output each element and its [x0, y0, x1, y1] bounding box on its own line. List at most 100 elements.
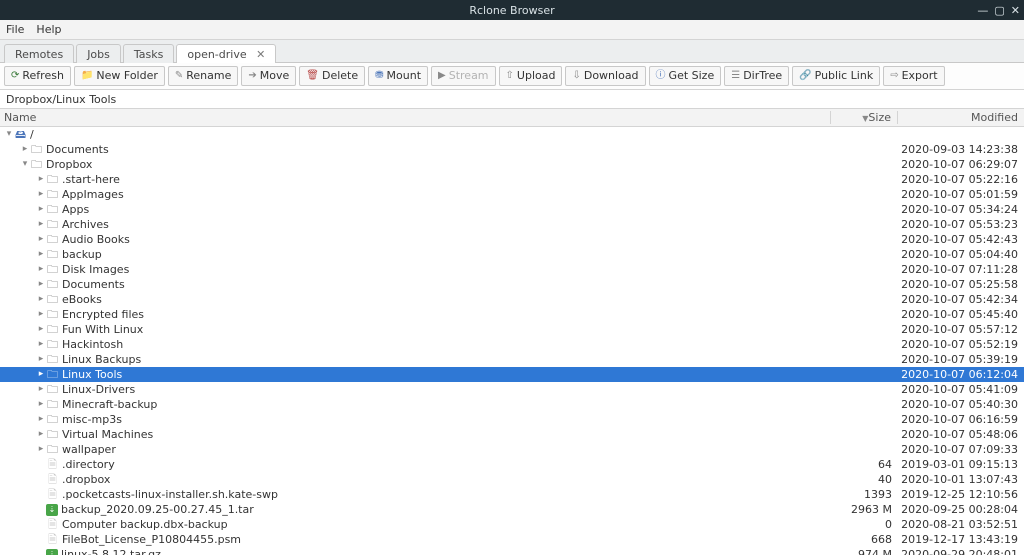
tab-remotes[interactable]: Remotes [4, 44, 74, 63]
expand-icon[interactable]: ▸ [36, 187, 46, 202]
expand-icon[interactable]: ▸ [36, 397, 46, 412]
close-tab-icon[interactable]: ✕ [256, 48, 265, 61]
tree-file-row[interactable]: ▸🗎Computer backup.dbx-backup02020-08-21 … [0, 517, 1024, 532]
tree-folder-row[interactable]: ▸🗀Documents2020-10-07 05:25:58 [0, 277, 1024, 292]
breadcrumb[interactable]: Dropbox/Linux Tools [0, 90, 1024, 109]
expand-icon[interactable]: ▸ [36, 292, 46, 307]
folder-icon: 🗀 [46, 172, 59, 187]
tree-folder-row[interactable]: ▸🗀Disk Images2020-10-07 07:11:28 [0, 262, 1024, 277]
expand-icon[interactable]: ▸ [36, 382, 46, 397]
rename-button[interactable]: ✎Rename [168, 66, 239, 86]
tree-folder-row[interactable]: ▾🗀Dropbox2020-10-07 06:29:07 [0, 157, 1024, 172]
col-name-header[interactable]: Name [0, 111, 830, 124]
expand-icon[interactable]: ▸ [36, 247, 46, 262]
tree-folder-row[interactable]: ▸🗀Apps2020-10-07 05:34:24 [0, 202, 1024, 217]
expand-icon[interactable]: ▸ [36, 412, 46, 427]
tree-folder-row[interactable]: ▸🗀wallpaper2020-10-07 07:09:33 [0, 442, 1024, 457]
dirtree-button[interactable]: ☰DirTree [724, 66, 789, 86]
expand-icon[interactable]: ▸ [36, 202, 46, 217]
expand-icon[interactable]: ▸ [36, 262, 46, 277]
tree-folder-row[interactable]: ▸🗀Hackintosh2020-10-07 05:52:19 [0, 337, 1024, 352]
tree-file-row[interactable]: ▸⇣linux-5.8.12.tar.gz974 M2020-09-29 20:… [0, 547, 1024, 555]
maximize-icon[interactable]: ▢ [994, 4, 1004, 17]
tree-node-label: .directory [62, 457, 832, 472]
upload-button[interactable]: ⇧Upload [499, 66, 563, 86]
expand-icon[interactable]: ▸ [36, 352, 46, 367]
file-icon: 🗎 [46, 487, 59, 502]
export-button[interactable]: ⇨Export [883, 66, 944, 86]
tree-node-label: / [30, 127, 832, 142]
tree-node-modified: 2020-10-07 05:04:40 [898, 247, 1024, 262]
refresh-button[interactable]: ⟳Refresh [4, 66, 71, 86]
expand-icon[interactable]: ▸ [36, 232, 46, 247]
mount-button[interactable]: ⛃Mount [368, 66, 428, 86]
tab-tasks[interactable]: Tasks [123, 44, 174, 63]
expand-icon[interactable]: ▸ [36, 307, 46, 322]
tree-folder-row[interactable]: ▸🗀Audio Books2020-10-07 05:42:43 [0, 232, 1024, 247]
tab-jobs[interactable]: Jobs [76, 44, 121, 63]
expand-icon[interactable]: ▸ [36, 277, 46, 292]
minimize-icon[interactable]: — [977, 4, 988, 17]
col-modified-header[interactable]: Modified [897, 111, 1024, 124]
tree-file-row[interactable]: ▸🗎.pocketcasts-linux-installer.sh.kate-s… [0, 487, 1024, 502]
new-folder-button[interactable]: 📁New Folder [74, 66, 165, 86]
expand-icon[interactable]: ▾ [4, 127, 14, 142]
expand-icon[interactable]: ▸ [36, 217, 46, 232]
stream-button[interactable]: ▶Stream [431, 66, 496, 86]
tab-label: Jobs [87, 48, 110, 61]
tree-folder-row[interactable]: ▸🗀Fun With Linux2020-10-07 05:57:12 [0, 322, 1024, 337]
folder-icon: 🗀 [46, 337, 59, 352]
tree-file-row[interactable]: ▸🗎.dropbox402020-10-01 13:07:43 [0, 472, 1024, 487]
tree-folder-row[interactable]: ▸🗀.start-here2020-10-07 05:22:16 [0, 172, 1024, 187]
tree-folder-row[interactable]: ▸🗀AppImages2020-10-07 05:01:59 [0, 187, 1024, 202]
file-icon: 🗎 [46, 472, 59, 487]
tree-folder-row[interactable]: ▸🗀eBooks2020-10-07 05:42:34 [0, 292, 1024, 307]
close-icon[interactable]: ✕ [1011, 4, 1020, 17]
move-button[interactable]: ➔Move [241, 66, 296, 86]
tree-folder-row[interactable]: ▸🗀Archives2020-10-07 05:53:23 [0, 217, 1024, 232]
menubar: File Help [0, 20, 1024, 40]
expand-icon[interactable]: ▸ [36, 337, 46, 352]
expand-icon[interactable]: ▸ [36, 367, 46, 382]
tree-folder-row[interactable]: ▸🗀Documents2020-09-03 14:23:38 [0, 142, 1024, 157]
expand-icon[interactable]: ▸ [36, 442, 46, 457]
tree-node-modified: 2020-10-07 05:22:16 [898, 172, 1024, 187]
tree-folder-row[interactable]: ▸🗀Virtual Machines2020-10-07 05:48:06 [0, 427, 1024, 442]
column-headers: Name ▼Size Modified [0, 109, 1024, 127]
tree-file-row[interactable]: ▸⇣backup_2020.09.25-00.27.45_1.tar2963 M… [0, 502, 1024, 517]
tab-open-drive[interactable]: open-drive ✕ [176, 44, 276, 63]
expand-icon[interactable]: ▸ [36, 427, 46, 442]
expand-icon[interactable]: ▸ [36, 172, 46, 187]
tree-folder-row[interactable]: ▸🗀Encrypted files2020-10-07 05:45:40 [0, 307, 1024, 322]
file-tree[interactable]: ▾ 🖴 / ▸🗀Documents2020-09-03 14:23:38▾🗀Dr… [0, 127, 1024, 555]
file-icon: 🗎 [46, 457, 59, 472]
breadcrumb-path: Dropbox/Linux Tools [6, 93, 116, 106]
collapse-icon[interactable]: ▾ [20, 157, 30, 172]
expand-icon[interactable]: ▸ [20, 142, 30, 157]
tree-folder-row[interactable]: ▸🗀backup2020-10-07 05:04:40 [0, 247, 1024, 262]
delete-button[interactable]: 🗑Delete [299, 66, 365, 86]
menu-help[interactable]: Help [36, 23, 61, 36]
folder-icon: 🗀 [46, 367, 59, 382]
tree-folder-row[interactable]: ▸🗀misc-mp3s2020-10-07 06:16:59 [0, 412, 1024, 427]
tree-file-row[interactable]: ▸🗎FileBot_License_P10804455.psm6682019-1… [0, 532, 1024, 547]
upload-icon: ⇧ [506, 68, 514, 84]
get-size-button[interactable]: ⓘGet Size [649, 66, 722, 86]
tree-folder-row[interactable]: ▸🗀Linux-Drivers2020-10-07 05:41:09 [0, 382, 1024, 397]
public-link-button[interactable]: 🔗Public Link [792, 66, 880, 86]
tree-folder-row[interactable]: ▸🗀Linux Backups2020-10-07 05:39:19 [0, 352, 1024, 367]
tree-file-row[interactable]: ▸🗎.directory642019-03-01 09:15:13 [0, 457, 1024, 472]
tree-folder-row[interactable]: ▸🗀Minecraft-backup2020-10-07 05:40:30 [0, 397, 1024, 412]
expand-icon[interactable]: ▸ [36, 322, 46, 337]
tree-node-modified: 2020-10-07 05:34:24 [898, 202, 1024, 217]
tree-folder-row[interactable]: ▸🗀Linux Tools2020-10-07 06:12:04 [0, 367, 1024, 382]
tree-node-modified: 2020-09-25 00:28:04 [898, 502, 1024, 517]
col-label: Size [868, 111, 891, 124]
col-size-header[interactable]: ▼Size [830, 111, 897, 124]
menu-file[interactable]: File [6, 23, 24, 36]
tree-root-row[interactable]: ▾ 🖴 / [0, 127, 1024, 142]
new-folder-icon: 📁 [81, 68, 93, 84]
col-label: Name [4, 111, 36, 124]
download-button[interactable]: ⇩Download [565, 66, 645, 86]
button-label: Get Size [669, 68, 715, 84]
